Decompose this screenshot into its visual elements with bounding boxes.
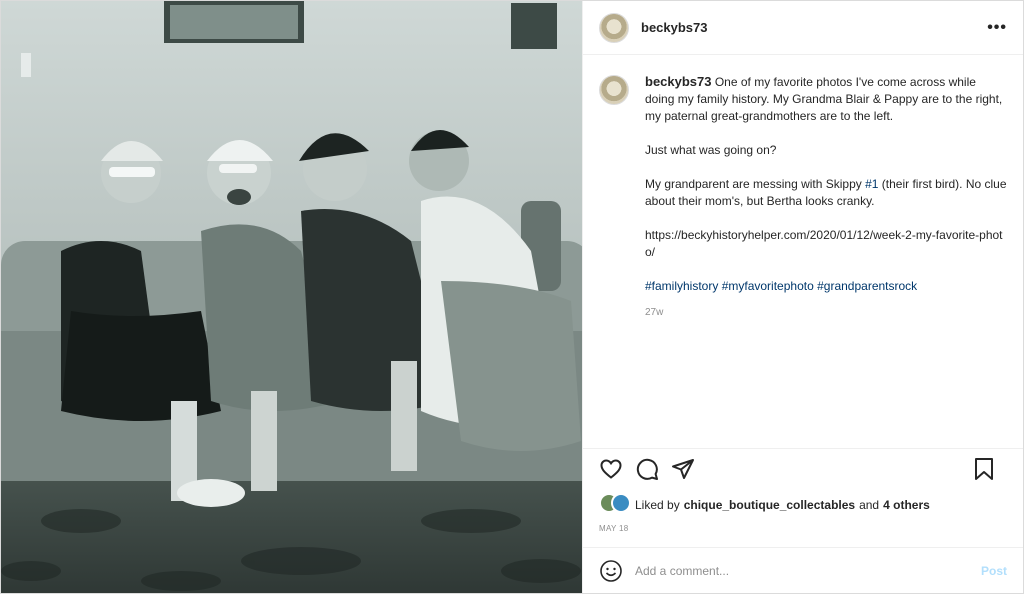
liker-avatar-2	[611, 493, 631, 513]
caption-paragraph-4: https://beckyhistoryhelper.com/2020/01/1…	[645, 227, 1007, 261]
emoji-icon[interactable]	[599, 559, 623, 583]
likes-and: and	[859, 497, 880, 512]
caption: beckybs73 One of my favorite photos I've…	[599, 73, 1007, 321]
liker-avatars	[599, 493, 631, 516]
post-comment-button[interactable]: Post	[981, 564, 1007, 578]
likes-others[interactable]: 4 others	[883, 498, 930, 512]
post-side-panel: beckybs73 ••• beckybs73 One of my favori…	[582, 1, 1023, 593]
bookmark-icon[interactable]	[973, 457, 995, 481]
share-icon[interactable]	[671, 457, 695, 481]
caption-text-3a: My grandparent are messing with Skippy	[645, 177, 866, 191]
action-bar	[583, 448, 1023, 489]
comments-section: beckybs73 One of my favorite photos I've…	[583, 55, 1023, 448]
post-date[interactable]: MAY 18	[583, 516, 1023, 547]
caption-paragraph-3: My grandparent are messing with Skippy #…	[645, 176, 1007, 210]
caption-text: beckybs73 One of my favorite photos I've…	[645, 73, 1007, 321]
vintage-photo-image	[1, 1, 582, 593]
caption-link[interactable]: https://beckyhistoryhelper.com/2020/01/1…	[645, 228, 1003, 259]
likes-prefix: Liked by	[635, 497, 680, 512]
caption-hashtags: #familyhistory #myfavoritephoto #grandpa…	[645, 278, 1007, 295]
caption-paragraph-1: beckybs73 One of my favorite photos I've…	[645, 73, 1007, 125]
caption-avatar[interactable]	[599, 75, 629, 105]
caption-username[interactable]: beckybs73	[645, 74, 712, 89]
more-options-icon[interactable]: •••	[987, 19, 1007, 37]
likes-user[interactable]: chique_boutique_collectables	[684, 498, 855, 512]
likes-row: Liked by chique_boutique_collectables an…	[583, 489, 1023, 516]
comment-input[interactable]: Add a comment...	[635, 564, 981, 578]
avatar[interactable]	[599, 12, 629, 43]
post-header: beckybs73 •••	[583, 1, 1023, 55]
heart-icon[interactable]	[599, 457, 623, 481]
caption-paragraph-2: Just what was going on?	[645, 143, 777, 157]
post-username[interactable]: beckybs73	[641, 20, 987, 35]
post-dialog: beckybs73 ••• beckybs73 One of my favori…	[0, 0, 1024, 594]
comment-icon[interactable]	[635, 457, 659, 481]
hashtag-grandparentsrock[interactable]: #grandparentsrock	[817, 279, 917, 293]
caption-age[interactable]: 27w	[645, 304, 1007, 321]
hashtag-1[interactable]: #1	[865, 177, 878, 191]
add-comment-bar: Add a comment... Post	[583, 547, 1023, 593]
hashtag-familyhistory[interactable]: #familyhistory	[645, 279, 718, 293]
hashtag-myfavoritephoto[interactable]: #myfavoritephoto	[722, 279, 814, 293]
post-photo[interactable]	[1, 1, 582, 593]
